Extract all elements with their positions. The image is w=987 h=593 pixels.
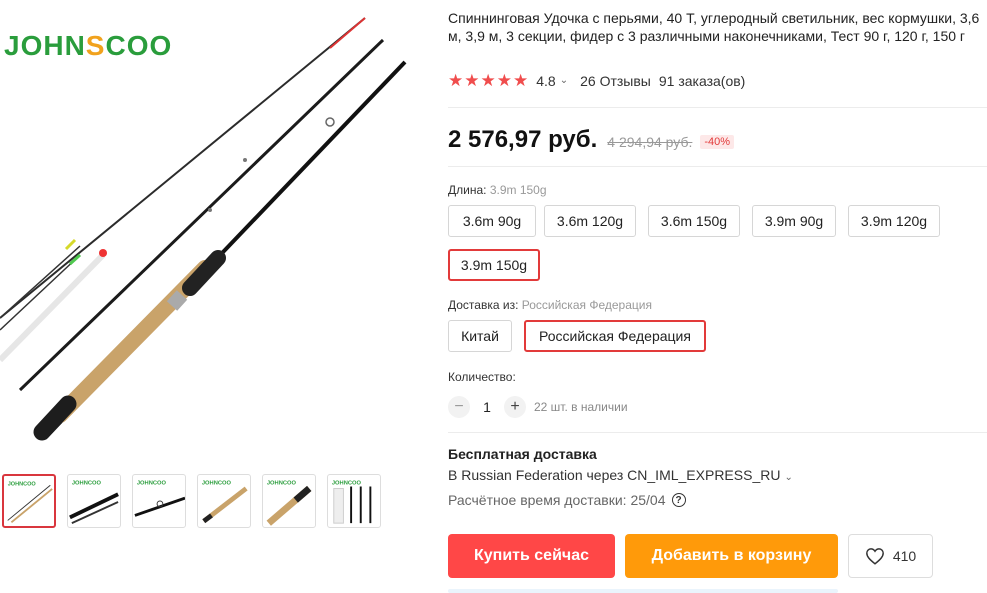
bottom-strip bbox=[448, 589, 838, 593]
ship-from-selected-value: Российская Федерация bbox=[521, 298, 652, 312]
product-title: Спиннинговая Удочка с перьями, 40 Т, угл… bbox=[448, 10, 980, 44]
orders-count: 91 заказа(ов) bbox=[658, 72, 746, 89]
ship-from-option-russia[interactable]: Российская Федерация bbox=[524, 320, 706, 352]
delivery-estimate: Расчётное время доставки: 25/04 ? bbox=[448, 492, 686, 508]
svg-text:JOHNCOO: JOHNCOO bbox=[202, 481, 232, 487]
wishlist-count: 410 bbox=[892, 548, 917, 564]
svg-text:JOHNCOO: JOHNCOO bbox=[267, 481, 297, 487]
star-icon: ★ bbox=[496, 71, 512, 90]
chevron-down-icon: ⌄ bbox=[784, 472, 793, 483]
length-option-3.9m-90g[interactable]: 3.9m 90g bbox=[752, 205, 836, 237]
star-icon: ★ bbox=[464, 71, 480, 90]
quantity-value[interactable]: 1 bbox=[470, 399, 504, 415]
delivery-estimate-text: Расчётное время доставки: 25/04 bbox=[448, 492, 666, 508]
thumbnail-3[interactable]: JOHNCOO bbox=[132, 474, 186, 528]
star-icon: ★ bbox=[448, 71, 464, 90]
buy-now-button[interactable]: Купить сейчас bbox=[448, 534, 615, 578]
heart-icon bbox=[865, 548, 884, 565]
svg-text:JOHNCOO: JOHNCOO bbox=[72, 481, 102, 487]
star-icon: ★ bbox=[480, 71, 496, 90]
brand-logo: JOHNSCOO bbox=[4, 30, 173, 61]
length-option-3.6m-120g[interactable]: 3.6m 120g bbox=[544, 205, 636, 237]
divider bbox=[448, 107, 987, 108]
ship-from-label: Доставка из: Российская Федерация bbox=[448, 298, 652, 312]
quantity-decrease-button[interactable]: − bbox=[448, 396, 470, 418]
length-selected-value: 3.9m 150g bbox=[489, 183, 547, 197]
current-price: 2 576,97 руб. bbox=[448, 126, 598, 153]
divider bbox=[448, 166, 987, 167]
price-row: 2 576,97 руб. 4 294,94 руб. -40% bbox=[448, 126, 735, 154]
svg-text:JOHNCOO: JOHNCOO bbox=[8, 481, 37, 487]
shipping-method-text: В Russian Federation через CN_IML_EXPRES… bbox=[448, 467, 781, 483]
ship-from-label-text: Доставка из: bbox=[448, 298, 519, 312]
length-label-text: Длина: bbox=[448, 183, 487, 197]
star-icon: ★ bbox=[513, 71, 529, 90]
thumbnail-strip: JOHNCOO JOHNCOO JOHNCOO JOHNCOO JOHNCOO … bbox=[2, 474, 381, 528]
thumbnail-5[interactable]: JOHNCOO bbox=[262, 474, 316, 528]
quantity-increase-button[interactable]: + bbox=[504, 396, 526, 418]
divider bbox=[448, 432, 987, 433]
thumbnail-4[interactable]: JOHNCOO bbox=[197, 474, 251, 528]
shipping-title: Бесплатная доставка bbox=[448, 446, 597, 462]
svg-text:JOHNCOO: JOHNCOO bbox=[137, 481, 167, 487]
main-product-image[interactable] bbox=[0, 0, 420, 460]
wishlist-button[interactable]: 410 bbox=[848, 534, 933, 578]
length-label: Длина: 3.9m 150g bbox=[448, 183, 547, 197]
length-option-3.9m-120g[interactable]: 3.9m 120g bbox=[848, 205, 940, 237]
help-icon[interactable]: ? bbox=[671, 493, 686, 507]
stock-availability: 22 шт. в наличии bbox=[534, 400, 628, 414]
chevron-down-icon[interactable]: ⌄ bbox=[560, 75, 568, 86]
quantity-stepper: − 1 + 22 шт. в наличии bbox=[448, 396, 628, 418]
rating-row: ★ ★ ★ ★ ★ 4.8 ⌄ 26 Отзывы 91 заказа(ов) bbox=[448, 72, 745, 89]
quantity-label: Количество: bbox=[448, 370, 516, 384]
thumbnail-1[interactable]: JOHNCOO bbox=[2, 474, 56, 528]
rating-stars: ★ ★ ★ ★ ★ bbox=[448, 72, 528, 89]
add-to-cart-button[interactable]: Добавить в корзину bbox=[625, 534, 838, 578]
product-gallery: JOHNSCOO JOHNCOO JOHNCOO JOHNCOO JOHNCOO… bbox=[0, 0, 420, 593]
old-price: 4 294,94 руб. bbox=[607, 134, 693, 150]
shipping-method-selector[interactable]: В Russian Federation через CN_IML_EXPRES… bbox=[448, 467, 805, 483]
length-option-3.6m-90g[interactable]: 3.6m 90g bbox=[448, 205, 536, 237]
ship-from-option-china[interactable]: Китай bbox=[448, 320, 512, 352]
length-option-3.9m-150g[interactable]: 3.9m 150g bbox=[448, 249, 540, 281]
length-option-3.6m-150g[interactable]: 3.6m 150g bbox=[648, 205, 740, 237]
reviews-link[interactable]: 26 Отзывы bbox=[580, 73, 651, 89]
thumbnail-6[interactable]: JOHNCOO bbox=[327, 474, 381, 528]
thumbnail-2[interactable]: JOHNCOO bbox=[67, 474, 121, 528]
svg-text:JOHNCOO: JOHNCOO bbox=[332, 481, 362, 487]
rating-value[interactable]: 4.8 bbox=[536, 73, 555, 89]
discount-badge: -40% bbox=[700, 135, 735, 149]
